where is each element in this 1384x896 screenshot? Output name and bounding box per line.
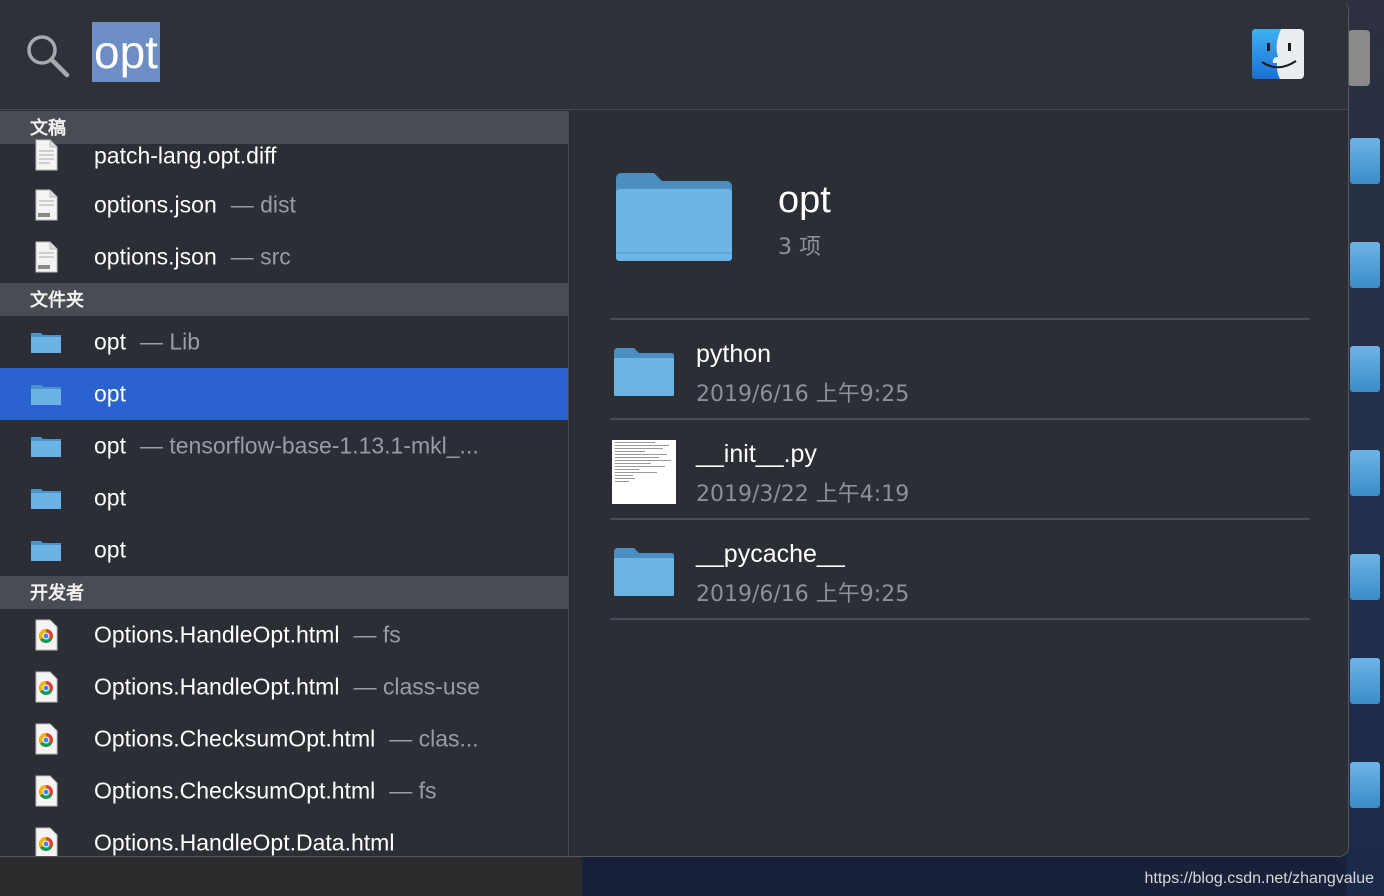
- document-icon: [35, 139, 58, 171]
- search-icon: [27, 35, 70, 78]
- folder-icon: [31, 437, 61, 457]
- section-header-folders: 文件夹: [0, 283, 568, 316]
- spotlight-window: opt 文稿 patch-lang.opt.diff options.json …: [0, 0, 1349, 857]
- section-header-developer: 开发者: [0, 576, 568, 609]
- result-location: — dist: [230, 191, 296, 218]
- folder-icon: [31, 541, 61, 561]
- preview-item-name: python: [696, 340, 772, 368]
- result-row[interactable]: options.json — dist: [0, 179, 568, 231]
- preview-item-date: 2019/3/22 上午4:19: [696, 482, 910, 507]
- result-name: Options.HandleOpt.Data.html: [94, 829, 395, 856]
- document-icon: [35, 189, 58, 221]
- result-name: opt: [94, 432, 126, 459]
- result-row[interactable]: patch-lang.opt.diff: [0, 139, 568, 179]
- result-name: Options.ChecksumOpt.html: [94, 725, 376, 752]
- desktop-folder-icon[interactable]: [1350, 762, 1380, 808]
- folder-icon: [31, 333, 61, 353]
- desktop-folder-icon[interactable]: [1350, 554, 1380, 600]
- result-row[interactable]: opt: [0, 524, 568, 576]
- folder-icon: [614, 548, 674, 596]
- folder-icon: [31, 489, 61, 509]
- chrome-html-icon: [35, 723, 58, 755]
- result-row[interactable]: options.json — src: [0, 231, 568, 283]
- result-location: — fs: [353, 621, 401, 648]
- preview-item-name: __pycache__: [696, 540, 845, 568]
- result-location: — fs: [389, 777, 437, 804]
- background-window-strip: [0, 856, 582, 896]
- result-row[interactable]: Options.ChecksumOpt.html — clas...: [0, 713, 568, 765]
- result-name: Options.HandleOpt.html: [94, 673, 340, 700]
- result-row[interactable]: opt — tensorflow-base-1.13.1-mkl_...: [0, 420, 568, 472]
- folder-icon: [31, 385, 61, 405]
- result-name: Options.HandleOpt.html: [94, 621, 340, 648]
- result-row[interactable]: Options.HandleOpt.html — class-use: [0, 661, 568, 713]
- desktop-folder-icon[interactable]: [1350, 138, 1380, 184]
- result-location: — src: [230, 243, 291, 270]
- result-name: opt: [94, 536, 126, 563]
- chrome-html-icon: [35, 827, 58, 856]
- result-name: opt: [94, 328, 126, 355]
- result-name: opt: [94, 484, 126, 511]
- result-row[interactable]: Options.HandleOpt.Data.html: [0, 817, 568, 856]
- preview-item-date: 2019/6/16 上午9:25: [696, 382, 910, 407]
- preview-item-date: 2019/6/16 上午9:25: [696, 582, 910, 607]
- result-name: options.json: [94, 191, 217, 218]
- chrome-html-icon: [35, 671, 58, 703]
- result-name: opt: [94, 380, 126, 407]
- result-location: — clas...: [389, 725, 479, 752]
- results-list: 文稿 patch-lang.opt.diff options.json — dis…: [0, 111, 569, 856]
- search-input[interactable]: opt: [92, 22, 160, 82]
- watermark: https://blog.csdn.net/zhangvalue: [1144, 870, 1375, 887]
- result-location: — class-use: [353, 673, 480, 700]
- chrome-html-icon: [35, 619, 58, 651]
- preview-pane: opt 3 项 python 2019/6/16 上午9:25 __init__…: [570, 111, 1348, 856]
- preview-item-name: __init__.py: [696, 440, 817, 468]
- spotlight-search-bar: opt: [0, 0, 1348, 110]
- desktop-item-icon[interactable]: [1348, 30, 1370, 86]
- result-row[interactable]: opt: [0, 472, 568, 524]
- python-file-thumbnail-icon: [612, 440, 676, 504]
- preview-title: opt: [778, 179, 831, 221]
- result-row[interactable]: opt — Lib: [0, 316, 568, 368]
- desktop-folder-icon[interactable]: [1350, 346, 1380, 392]
- preview-list-item[interactable]: __pycache__ 2019/6/16 上午9:25: [610, 520, 1310, 618]
- desktop-folder-icon[interactable]: [1350, 658, 1380, 704]
- chrome-html-icon: [35, 775, 58, 807]
- folder-icon: [614, 348, 674, 396]
- preview-item-count: 3 项: [778, 235, 821, 260]
- result-row[interactable]: Options.HandleOpt.html — fs: [0, 609, 568, 661]
- finder-icon[interactable]: [1252, 29, 1304, 79]
- result-name: patch-lang.opt.diff: [94, 142, 277, 169]
- divider: [610, 618, 1310, 620]
- folder-icon: [616, 173, 732, 261]
- desktop-folder-icon[interactable]: [1350, 450, 1380, 496]
- result-name: options.json: [94, 243, 217, 270]
- desktop-folder-icon[interactable]: [1350, 242, 1380, 288]
- result-location: — Lib: [139, 328, 201, 355]
- document-icon: [35, 241, 58, 273]
- result-location: — tensorflow-base-1.13.1-mkl_...: [139, 432, 479, 459]
- preview-list-item[interactable]: python 2019/6/16 上午9:25: [610, 320, 1310, 418]
- result-row[interactable]: Options.ChecksumOpt.html — fs: [0, 765, 568, 817]
- section-header-documents: 文稿: [0, 111, 568, 144]
- result-row-selected[interactable]: opt: [0, 368, 568, 420]
- result-name: Options.ChecksumOpt.html: [94, 777, 376, 804]
- preview-list-item[interactable]: __init__.py 2019/3/22 上午4:19: [610, 420, 1310, 518]
